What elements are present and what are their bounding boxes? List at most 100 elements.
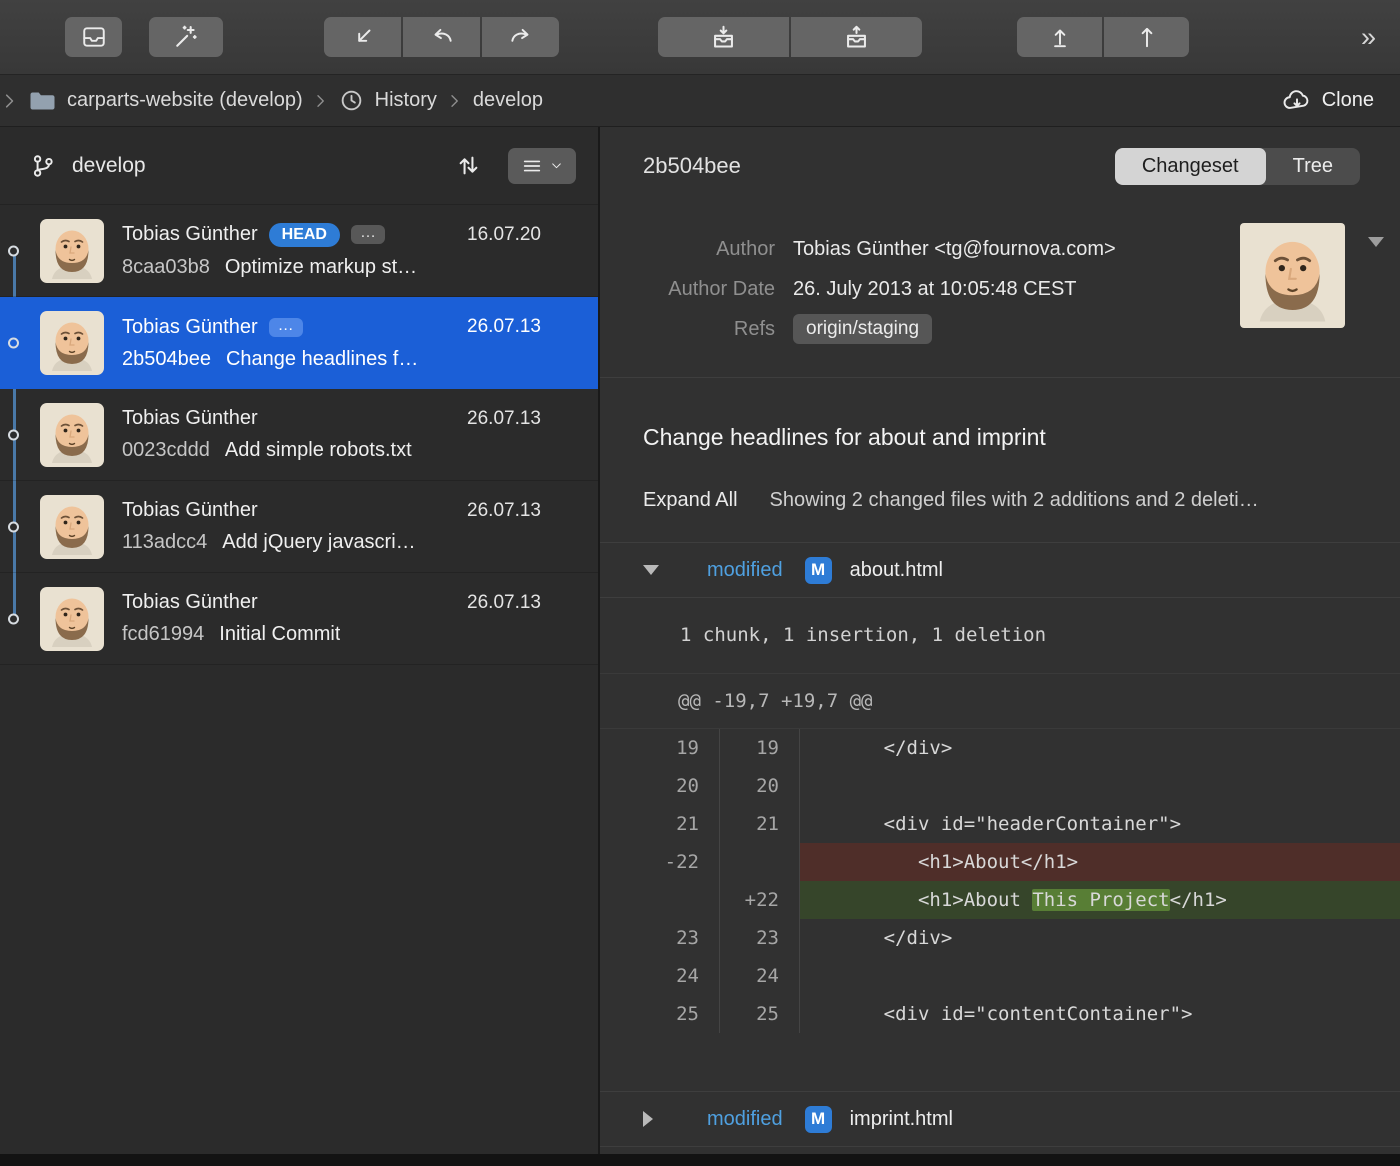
commit-author: Tobias Günther (122, 407, 258, 430)
breadcrumb: carparts-website (develop) History devel… (0, 75, 1400, 127)
new-line-number: +22 (720, 881, 800, 919)
commit-author: Tobias Günther (122, 591, 258, 614)
breadcrumb-history[interactable]: History (375, 89, 437, 112)
changes-summary: Showing 2 changed files with 2 additions… (770, 489, 1259, 512)
tab-tree[interactable]: Tree (1266, 148, 1360, 185)
cloud-download-icon (1282, 89, 1312, 113)
new-line-number (720, 843, 800, 881)
avatar-image (40, 219, 104, 283)
commit-list: Tobias Günther HEAD … 16.07.20 8caa03b8 … (0, 205, 598, 665)
breadcrumb-repo[interactable]: carparts-website (develop) (67, 89, 303, 112)
breadcrumb-branch[interactable]: develop (473, 89, 543, 112)
more-refs-badge[interactable]: … (351, 225, 385, 244)
new-line-number: 25 (720, 995, 800, 1033)
file-header-about[interactable]: modified M about.html (600, 542, 1400, 598)
diff-line: 20 20 (600, 767, 1400, 805)
git-branch-icon (30, 153, 56, 179)
arrow-up-from-line-icon (1047, 24, 1073, 50)
avatar-image (40, 403, 104, 467)
branch-title: develop (72, 154, 146, 178)
commit-row[interactable]: Tobias Günther 26.07.13 113adcc4 Add jQu… (0, 481, 598, 573)
stash-actions-group (658, 17, 922, 57)
diff-line: 21 21 <div id="headerContainer"> (600, 805, 1400, 843)
commit-row[interactable]: Tobias Günther 26.07.13 fcd61994 Initial… (0, 573, 598, 665)
old-line-number: 21 (600, 805, 720, 843)
commit-meta: Author Tobias Günther <tg@fournova.com> … (600, 205, 1400, 378)
open-repository-button[interactable] (65, 17, 122, 57)
commit-row-selected[interactable]: Tobias Günther … 26.07.13 2b504bee Chang… (0, 297, 598, 389)
old-line-number: 23 (600, 919, 720, 957)
diff-line: 23 23 </div> (600, 919, 1400, 957)
file-name: about.html (850, 559, 943, 582)
commit-hash: 2b504bee (122, 348, 211, 371)
refs-label: Refs (600, 318, 775, 341)
avatar-image (1240, 223, 1345, 328)
diff-line: 25 25 <div id="contentContainer"> (600, 995, 1400, 1033)
quick-actions-button[interactable] (149, 17, 223, 57)
commit-detail-panel: 2b504bee Changeset Tree Author Tobias Gü… (600, 127, 1400, 1154)
commit-message: Add jQuery javascri… (222, 531, 415, 554)
clone-button[interactable]: Clone (1282, 89, 1374, 113)
commit-hash: 8caa03b8 (122, 256, 210, 279)
commit-message: Initial Commit (219, 623, 340, 646)
chevron-right-icon (314, 92, 328, 110)
file-status: modified (707, 1108, 783, 1131)
graph-node (8, 245, 19, 256)
clock-icon (339, 88, 364, 113)
modified-badge: M (805, 1106, 832, 1133)
chevron-down-icon[interactable] (1368, 237, 1384, 247)
commit-date: 16.07.20 (467, 224, 541, 246)
diff-line: 19 19 </div> (600, 729, 1400, 767)
chunk-stats: 1 chunk, 1 insertion, 1 deletion (600, 598, 1400, 674)
expand-all-button[interactable]: Expand All (643, 489, 738, 512)
merge-button[interactable] (324, 17, 401, 57)
file-header-imprint[interactable]: modified M imprint.html (600, 1091, 1400, 1147)
commit-row[interactable]: Tobias Günther 26.07.13 0023cddd Add sim… (0, 389, 598, 481)
toolbar-overflow-button[interactable]: » (1361, 22, 1380, 53)
avatar-image (40, 311, 104, 375)
undo-button[interactable] (403, 17, 480, 57)
old-line-number (600, 881, 720, 919)
tab-changeset[interactable]: Changeset (1115, 148, 1266, 185)
head-badge: HEAD (269, 223, 340, 247)
refs-badge[interactable]: origin/staging (793, 314, 932, 344)
commit-author: Tobias Günther (122, 499, 258, 522)
code-line: <div id="headerContainer"> (800, 805, 1400, 843)
diff-line-deleted: -22 <h1>About</h1> (600, 843, 1400, 881)
magic-wand-icon (172, 23, 200, 51)
curved-arrow-left-icon (429, 24, 455, 50)
disclosure-open-icon[interactable] (643, 565, 659, 575)
commit-date: 26.07.13 (467, 408, 541, 430)
code-line: <h1>About This Project</h1> (800, 881, 1400, 919)
new-line-number: 23 (720, 919, 800, 957)
new-line-number: 19 (720, 729, 800, 767)
more-refs-badge[interactable]: … (269, 318, 303, 337)
code-line (800, 957, 1400, 995)
compare-branches-icon[interactable] (455, 152, 482, 179)
stash-save-button[interactable] (658, 17, 789, 57)
box-arrow-down-icon (710, 24, 737, 51)
curved-arrow-right-icon (508, 24, 534, 50)
pull-button[interactable] (1017, 17, 1102, 57)
redo-button[interactable] (482, 17, 559, 57)
stash-apply-button[interactable] (791, 17, 922, 57)
commit-date: 26.07.13 (467, 592, 541, 614)
view-options-button[interactable] (508, 148, 576, 184)
push-button[interactable] (1104, 17, 1189, 57)
code-line: <h1>About</h1> (800, 843, 1400, 881)
box-arrow-up-icon (843, 24, 870, 51)
avatar (40, 219, 104, 283)
commit-author: Tobias Günther (122, 223, 258, 246)
modified-badge: M (805, 557, 832, 584)
commit-row[interactable]: Tobias Günther HEAD … 16.07.20 8caa03b8 … (0, 205, 598, 297)
commit-hash: 113adcc4 (122, 531, 207, 554)
disclosure-closed-icon[interactable] (643, 1111, 653, 1127)
commit-message: Add simple robots.txt (225, 439, 412, 462)
graph-node (8, 338, 19, 349)
folder-icon (29, 90, 56, 112)
new-line-number: 20 (720, 767, 800, 805)
commit-list-panel: develop (0, 127, 600, 1154)
tray-icon (81, 24, 107, 50)
commit-message-heading: Change headlines for about and imprint (600, 378, 1400, 451)
old-line-number: 19 (600, 729, 720, 767)
